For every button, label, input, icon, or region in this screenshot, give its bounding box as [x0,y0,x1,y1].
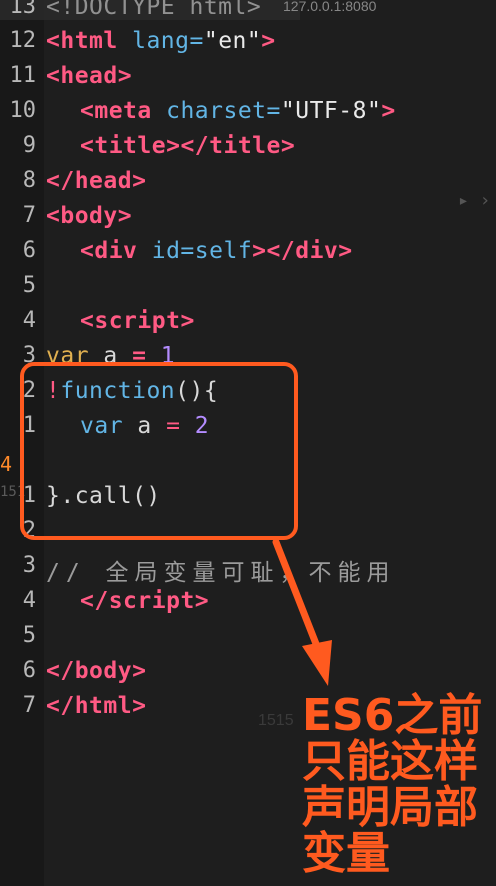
arrow-icon [272,538,332,686]
code-line[interactable]: 5 [0,271,496,306]
current-line-number: 4 [0,452,13,476]
code-line[interactable]: 12 <html lang="en"> [0,26,496,61]
line-number: 3 [22,553,36,578]
line-text: <div id=self></div> [80,238,353,264]
code-line[interactable]: 6 </body> [0,656,496,691]
line-number: 13 [9,0,37,19]
code-line: 13 <!DOCTYPE html> [0,0,496,27]
line-number: 4 [22,588,36,613]
line-number: 7 [22,203,36,228]
line-text: <title></title> [80,133,296,159]
code-line[interactable]: 11 <head> [0,61,496,96]
line-text: </html> [46,693,147,719]
watermark: 1515 [258,712,294,729]
code-editor: 127.0.0.1:8080 13 <!DOCTYPE html> 12 <ht… [0,0,496,886]
line-number: 10 [9,98,37,123]
line-text: // 全局变量可耻，不能用 [46,560,396,586]
line-number: 6 [22,658,36,683]
line-number: 9 [22,133,36,158]
line-text: <body> [46,203,133,229]
line-number: 6 [22,238,36,263]
annotation-line-2: 只能这样 [302,736,478,787]
code-line[interactable]: 10 <meta charset="UTF-8"> ▸ › [0,96,496,211]
code-line[interactable]: 7 <body> [0,201,496,236]
line-text: </script> [80,588,210,614]
line-text: <meta charset="UTF-8"> [80,98,396,124]
code-line[interactable]: 6 <div id=self></div> [0,236,496,271]
code-line[interactable]: 3 // 全局变量可耻，不能用 [0,551,496,586]
line-number: 7 [22,693,36,718]
code-line[interactable]: 8 </head> [0,166,496,201]
annotation-line-4: 变量 [302,828,390,879]
line-number: 4 [22,308,36,333]
code-line[interactable]: 9 <title></title> [0,131,496,166]
highlight-box [20,362,298,540]
line-number: 11 [9,63,37,88]
line-number: 5 [22,273,36,298]
code-line[interactable]: 4 <script> [0,306,496,341]
line-text: </head> [46,168,147,194]
line-text: <!DOCTYPE html> [46,0,262,20]
line-text: <head> [46,63,133,89]
line-number: 8 [22,168,36,193]
line-number: 5 [22,623,36,648]
code-line[interactable]: 5 [0,621,496,656]
line-number: 12 [9,28,37,53]
code-line[interactable]: 4 </script> [0,586,496,621]
annotation-line-3: 声明局部 [302,782,478,833]
annotation-line-1: ES6之前 [302,690,483,741]
line-text: <html lang="en"> [46,28,276,54]
line-text: <script> [80,308,195,334]
line-text: </body> [46,658,147,684]
annotation-note: ES6之前 只能这样 声明局部 变量 [302,693,496,877]
